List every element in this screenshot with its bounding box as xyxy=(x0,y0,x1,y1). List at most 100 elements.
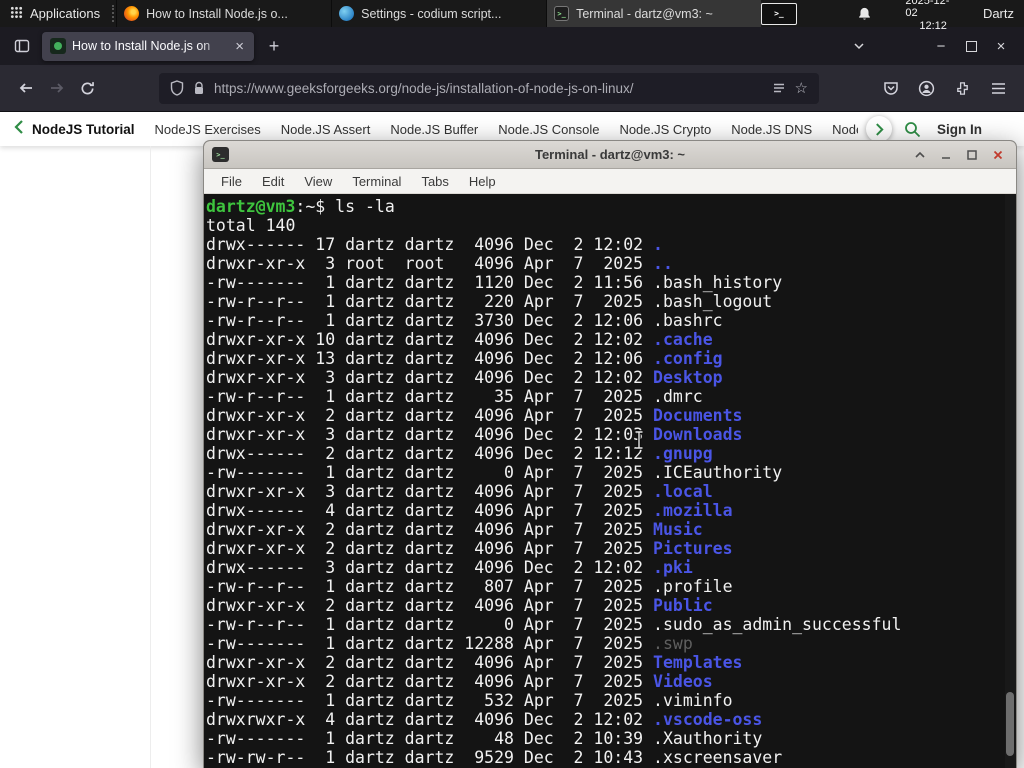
user-menu[interactable]: Dartz xyxy=(973,6,1024,21)
terminal-output: dartz@vm3:~$ ls -la total 140 drwx------ 1… xyxy=(206,197,1016,767)
notification-bell-icon[interactable] xyxy=(852,6,878,22)
terminal-scrollbar-thumb[interactable] xyxy=(1006,692,1014,756)
subnav-item-5[interactable]: Node.JS Console xyxy=(498,122,599,137)
systray-terminal-icon[interactable]: >_ xyxy=(761,2,797,25)
terminal-window: >_ Terminal - dartz@vm3: ~ File Edit View T… xyxy=(203,140,1017,768)
terminal-scrollbar-track[interactable] xyxy=(1005,194,1016,768)
subnav-item-3[interactable]: Node.JS Assert xyxy=(281,122,371,137)
clock-time: 12:12 xyxy=(919,19,947,32)
forward-button[interactable] xyxy=(41,73,72,103)
terminal-app-glyph: >_ xyxy=(216,150,225,159)
terminal-line: drwx------ 17 dartz dartz 4096 Dec 2 12:… xyxy=(206,235,663,254)
terminal-minimize-button[interactable] xyxy=(937,146,954,163)
terminal-line: -rw-r--r-- 1 dartz dartz 3730 Dec 2 12:0… xyxy=(206,311,723,330)
search-icon[interactable] xyxy=(904,121,921,138)
top-panel: Applications How to Install Node.js o...… xyxy=(0,0,1024,32)
terminal-menu-help[interactable]: Help xyxy=(460,172,505,191)
pocket-icon[interactable] xyxy=(875,73,906,103)
taskbar-button-firefox[interactable]: How to Install Node.js o... xyxy=(116,0,331,27)
firefox-view-button[interactable] xyxy=(8,32,36,60)
extensions-icon[interactable] xyxy=(947,73,978,103)
taskbar: How to Install Node.js o... Settings - co… xyxy=(116,0,762,27)
terminal-menu-file[interactable]: File xyxy=(212,172,251,191)
applications-menu-button[interactable]: Applications xyxy=(0,0,110,27)
account-icon[interactable] xyxy=(911,73,942,103)
terminal-line: drwxr-xr-x 2 dartz dartz 4096 Apr 7 2025… xyxy=(206,539,733,558)
terminal-line: drwxr-xr-x 2 dartz dartz 4096 Apr 7 2025… xyxy=(206,653,743,672)
terminal-menu-view[interactable]: View xyxy=(295,172,341,191)
codium-icon xyxy=(339,6,355,21)
sign-in-button[interactable]: Sign In xyxy=(937,122,1010,137)
applications-label: Applications xyxy=(30,6,101,21)
terminal-close-button[interactable] xyxy=(989,146,1006,163)
list-tabs-chevron-icon[interactable] xyxy=(844,32,874,60)
panel-right: >_ 2025-12-02 12:12 Dartz xyxy=(761,0,1024,32)
terminal-line: -rw------- 1 dartz dartz 0 Apr 7 2025 .I… xyxy=(206,463,783,482)
tabbar-right: − × xyxy=(844,32,1016,60)
taskbar-button-terminal[interactable]: >_ Terminal - dartz@vm3: ~ xyxy=(546,0,762,27)
terminal-line: drwxr-xr-x 3 dartz dartz 4096 Dec 2 12:0… xyxy=(206,425,743,444)
terminal-menu-tabs[interactable]: Tabs xyxy=(412,172,457,191)
subnav-item-2[interactable]: NodeJS Exercises xyxy=(155,122,261,137)
terminal-body[interactable]: dartz@vm3:~$ ls -la total 140 drwx------ 1… xyxy=(204,194,1016,768)
toolbar-right-icons xyxy=(875,73,1014,103)
tab-close-icon[interactable]: × xyxy=(233,39,246,54)
menu-hamburger-icon[interactable] xyxy=(983,73,1014,103)
subnav-item-6[interactable]: Node.JS Crypto xyxy=(619,122,711,137)
reload-button[interactable] xyxy=(72,73,103,103)
clock-date: 2025-12-02 xyxy=(905,0,950,20)
subnav-item-4[interactable]: Node.JS Buffer xyxy=(390,122,478,137)
tab-favicon-icon xyxy=(50,38,66,54)
subnav-items: NodeJS Tutorial NodeJS Exercises Node.JS A… xyxy=(32,122,858,137)
terminal-line: drwxr-xr-x 2 dartz dartz 4096 Apr 7 2025… xyxy=(206,520,703,539)
subnav-item-8[interactable]: Node xyxy=(832,122,858,137)
terminal-line: total 140 xyxy=(206,216,296,235)
close-icon: × xyxy=(996,37,1006,55)
terminal-line: drwx------ 3 dartz dartz 4096 Dec 2 12:0… xyxy=(206,558,693,577)
tab-title: How to Install Node.js on xyxy=(72,39,211,53)
taskbar-button-codium[interactable]: Settings - codium script... xyxy=(331,0,546,27)
desktop: Applications How to Install Node.js o...… xyxy=(0,0,1024,768)
browser-close-button[interactable]: × xyxy=(986,32,1016,60)
back-button[interactable] xyxy=(10,73,41,103)
terminal-title: Terminal - dartz@vm3: ~ xyxy=(534,147,686,162)
subnav-scroll-right-icon[interactable] xyxy=(866,116,892,142)
terminal-line: -rw-r--r-- 1 dartz dartz 807 Apr 7 2025 … xyxy=(206,577,733,596)
clock[interactable]: 2025-12-02 12:12 xyxy=(893,0,973,32)
reader-mode-icon[interactable] xyxy=(772,81,786,95)
browser-maximize-button[interactable] xyxy=(956,32,986,60)
terminal-line: -rw------- 1 dartz dartz 12288 Apr 7 202… xyxy=(206,634,693,653)
page-column-divider xyxy=(150,146,151,768)
url-bar[interactable]: https://www.geeksforgeeks.org/node-js/in… xyxy=(159,72,819,104)
terminal-line: -rw------- 1 dartz dartz 532 Apr 7 2025 … xyxy=(206,691,733,710)
lock-icon[interactable] xyxy=(193,81,205,96)
terminal-line: drwxr-xr-x 2 dartz dartz 4096 Apr 7 2025… xyxy=(206,596,713,615)
terminal-maximize-button[interactable] xyxy=(963,146,980,163)
subnav-item-1[interactable]: NodeJS Tutorial xyxy=(32,122,135,137)
browser-tab[interactable]: How to Install Node.js on × xyxy=(42,31,254,61)
terminal-line: drwxrwxr-x 4 dartz dartz 4096 Dec 2 12:0… xyxy=(206,710,763,729)
firefox-icon xyxy=(124,6,140,21)
terminal-line: -rw-r--r-- 1 dartz dartz 220 Apr 7 2025 … xyxy=(206,292,773,311)
terminal-line: drwxr-xr-x 3 dartz dartz 4096 Dec 2 12:0… xyxy=(206,368,723,387)
subnav-scroll-left-icon[interactable] xyxy=(14,119,24,139)
terminal-line: -rw------- 1 dartz dartz 48 Dec 2 10:39 … xyxy=(206,729,763,748)
terminal-titlebar[interactable]: >_ Terminal - dartz@vm3: ~ xyxy=(204,141,1016,169)
shield-icon[interactable] xyxy=(170,80,184,96)
terminal-menu-terminal[interactable]: Terminal xyxy=(343,172,410,191)
applications-grid-icon xyxy=(10,6,23,22)
terminal-rollup-button[interactable] xyxy=(911,146,928,163)
bookmark-star-icon[interactable]: ☆ xyxy=(795,79,808,97)
terminal-menubar: File Edit View Terminal Tabs Help xyxy=(204,169,1016,194)
terminal-line: -rw-rw-r-- 1 dartz dartz 9529 Dec 2 10:4… xyxy=(206,748,783,767)
subnav-item-7[interactable]: Node.JS DNS xyxy=(731,122,812,137)
terminal-menu-edit[interactable]: Edit xyxy=(253,172,293,191)
terminal-icon: >_ xyxy=(554,6,570,21)
browser-minimize-button[interactable]: − xyxy=(926,32,956,60)
terminal-line: drwxr-xr-x 2 dartz dartz 4096 Apr 7 2025… xyxy=(206,672,713,691)
maximize-icon xyxy=(965,40,977,52)
new-tab-button[interactable]: + xyxy=(260,32,288,60)
terminal-line: drwxr-xr-x 10 dartz dartz 4096 Dec 2 12:… xyxy=(206,330,713,349)
tab-bar: How to Install Node.js on × + − × xyxy=(0,27,1024,65)
systray-terminal-glyph: >_ xyxy=(774,9,784,18)
